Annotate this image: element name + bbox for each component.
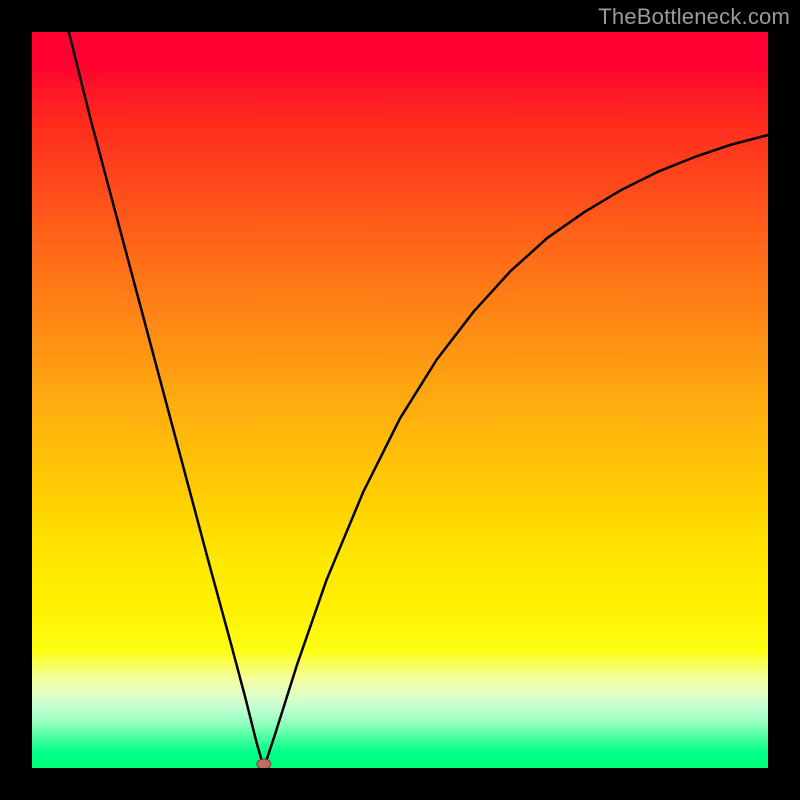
watermark-text: TheBottleneck.com [598,4,790,30]
plot-area [32,32,768,768]
optimal-point-marker [257,759,271,768]
curve-svg [32,32,768,768]
bottleneck-curve [69,32,768,768]
chart-frame: TheBottleneck.com [0,0,800,800]
